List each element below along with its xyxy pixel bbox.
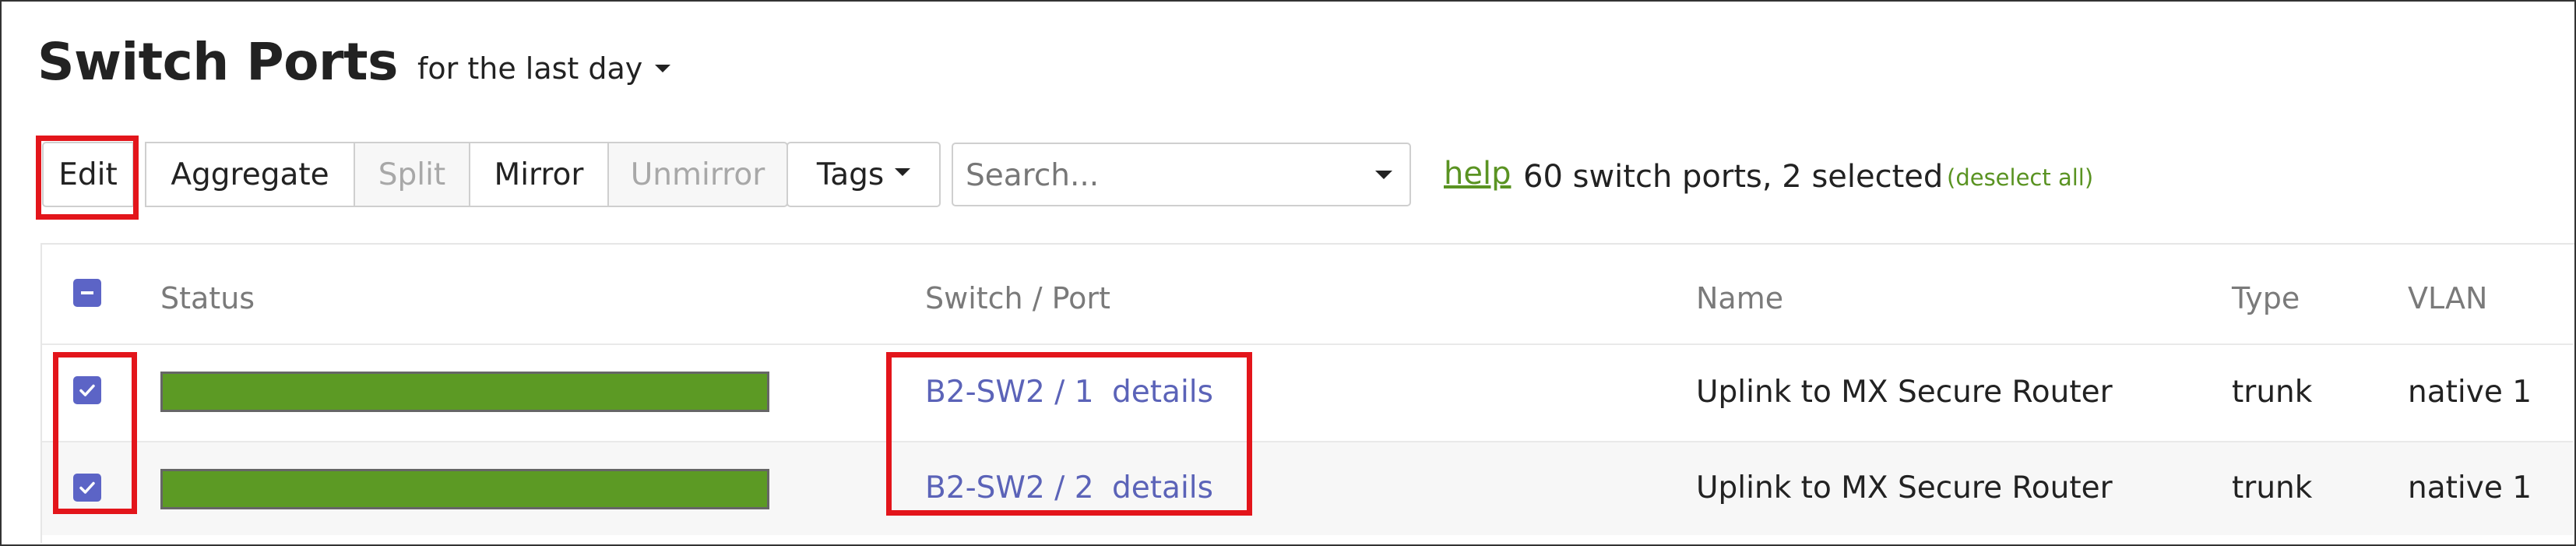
chevron-down-icon [895, 168, 911, 176]
aggregate-button[interactable]: Aggregate [145, 142, 355, 207]
tags-dropdown[interactable]: Tags [787, 142, 941, 207]
port-type: trunk [2232, 470, 2313, 505]
column-header-name[interactable]: Name [1696, 275, 1783, 322]
deselect-all-link[interactable]: (deselect all) [1947, 162, 2093, 193]
unmirror-button[interactable]: Unmirror [607, 142, 788, 207]
minus-icon [81, 291, 93, 294]
port-name: Uplink to MX Secure Router [1696, 470, 2113, 505]
details-link[interactable]: details [1112, 369, 1213, 416]
timespan-dropdown[interactable]: for the last day [417, 45, 671, 92]
chevron-down-icon[interactable] [1375, 171, 1392, 179]
column-header-status[interactable]: Status [160, 275, 255, 322]
column-header-switch-port[interactable]: Switch / Port [925, 275, 1110, 322]
help-link[interactable]: help [1444, 153, 1511, 195]
mirror-button[interactable]: Mirror [469, 142, 609, 207]
chevron-down-icon [655, 64, 671, 72]
details-link[interactable]: details [1112, 465, 1213, 512]
switch-port-link[interactable]: B2-SW2 / 2 [925, 465, 1094, 512]
checkmark-icon [79, 481, 95, 494]
selection-count: 60 switch ports, 2 selected [1523, 159, 1944, 195]
port-vlan: native 1 [2408, 375, 2532, 410]
status-bar [160, 372, 769, 412]
split-button[interactable]: Split [354, 142, 470, 207]
row-checkbox[interactable] [73, 376, 101, 404]
search-input[interactable] [966, 153, 1355, 197]
port-name: Uplink to MX Secure Router [1696, 375, 2113, 410]
column-header-type[interactable]: Type [2232, 275, 2300, 322]
checkmark-icon [79, 384, 95, 396]
timespan-label: for the last day [417, 51, 643, 86]
column-header-vlan[interactable]: VLAN [2408, 275, 2487, 322]
select-all-checkbox[interactable] [73, 279, 101, 307]
search-box[interactable] [952, 143, 1411, 206]
port-type: trunk [2232, 375, 2313, 410]
status-bar [160, 469, 769, 509]
row-checkbox[interactable] [73, 474, 101, 502]
switch-port-link[interactable]: B2-SW2 / 1 [925, 369, 1094, 416]
edit-button[interactable]: Edit [42, 142, 134, 207]
row-separator [42, 441, 2573, 442]
port-vlan: native 1 [2408, 470, 2532, 505]
tags-label: Tags [816, 157, 885, 192]
header-separator [42, 343, 2573, 345]
page-title: Switch Ports [37, 32, 398, 92]
